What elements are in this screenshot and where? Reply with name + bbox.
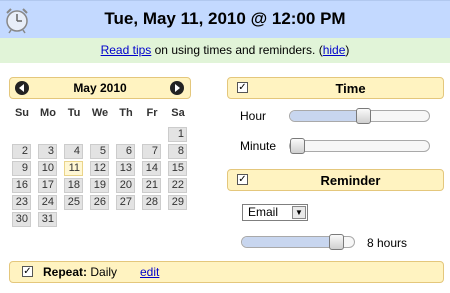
calendar-day[interactable]: 26 bbox=[90, 195, 109, 210]
hour-slider[interactable] bbox=[289, 108, 430, 124]
chevron-down-icon[interactable]: ▼ bbox=[292, 206, 306, 219]
reminder-checkbox[interactable]: ✓ bbox=[237, 174, 248, 185]
time-checkbox[interactable]: ✓ bbox=[237, 82, 248, 93]
reminder-amount-thumb[interactable] bbox=[329, 234, 344, 250]
weekday-label: Th bbox=[119, 107, 133, 119]
repeat-label: Repeat: bbox=[43, 265, 88, 279]
chevron-right-icon bbox=[175, 84, 180, 92]
weekday-label: Sa bbox=[171, 107, 185, 119]
repeat-text: Repeat: Daily bbox=[43, 265, 117, 279]
reminder-method-value: Email bbox=[248, 205, 279, 219]
calendar-day[interactable]: 18 bbox=[64, 178, 83, 193]
weekday-label: We bbox=[91, 107, 109, 119]
calendar-day[interactable]: 21 bbox=[142, 178, 161, 193]
calendar-day[interactable]: 25 bbox=[64, 195, 83, 210]
page-title: Tue, May 11, 2010 @ 12:00 PM bbox=[104, 9, 346, 28]
reminder-amount-label: 8 hours bbox=[367, 236, 408, 250]
month-label: May 2010 bbox=[73, 81, 127, 95]
minute-slider-thumb[interactable] bbox=[290, 138, 305, 154]
reminder-panel-header: ✓ Reminder bbox=[227, 169, 444, 191]
calendar-day[interactable]: 5 bbox=[90, 144, 109, 159]
tips-bar: Read tips on using times and reminders. … bbox=[0, 38, 450, 63]
calendar-day[interactable]: 10 bbox=[38, 161, 57, 176]
time-panel-title: Time bbox=[335, 81, 366, 96]
hour-slider-fill bbox=[290, 111, 364, 121]
calendar-day[interactable]: 8 bbox=[168, 144, 187, 159]
calendar-day[interactable]: 7 bbox=[142, 144, 161, 159]
reminder-amount-fill bbox=[242, 237, 337, 247]
calendar-day[interactable]: 9 bbox=[12, 161, 31, 176]
hour-slider-thumb[interactable] bbox=[356, 108, 371, 124]
calendar-day[interactable]: 15 bbox=[168, 161, 187, 176]
calendar-day[interactable]: 3 bbox=[38, 144, 57, 159]
calendar-day[interactable]: 29 bbox=[168, 195, 187, 210]
hide-tips-link[interactable]: hide bbox=[323, 43, 346, 57]
calendar-day[interactable]: 6 bbox=[116, 144, 135, 159]
calendar-header: May 2010 bbox=[9, 77, 191, 99]
reminder-amount-slider[interactable] bbox=[241, 234, 355, 250]
calendar-day[interactable]: 2 bbox=[12, 144, 31, 159]
reminder-panel-title: Reminder bbox=[320, 173, 381, 188]
calendar-day[interactable]: 11 bbox=[64, 161, 83, 176]
time-panel-header: ✓ Time bbox=[227, 77, 444, 99]
calendar-day[interactable]: 22 bbox=[168, 178, 187, 193]
weekday-label: Fr bbox=[146, 107, 158, 119]
weekday-label: Tu bbox=[67, 107, 81, 119]
weekday-label: Su bbox=[14, 107, 30, 119]
calendar-day[interactable]: 30 bbox=[12, 212, 31, 227]
calendar-day[interactable]: 24 bbox=[38, 195, 57, 210]
calendar-day[interactable]: 13 bbox=[116, 161, 135, 176]
tips-close-paren: ) bbox=[345, 43, 350, 57]
minute-label: Minute bbox=[240, 139, 277, 153]
repeat-edit-link[interactable]: edit bbox=[140, 265, 159, 279]
calendar-day[interactable]: 4 bbox=[64, 144, 83, 159]
calendar-day[interactable]: 17 bbox=[38, 178, 57, 193]
calendar-day[interactable]: 1 bbox=[168, 127, 187, 142]
calendar-day[interactable]: 19 bbox=[90, 178, 109, 193]
repeat-bar: ✓ Repeat: Daily edit bbox=[9, 261, 444, 283]
tips-text: on using times and reminders. ( bbox=[151, 43, 323, 57]
calendar-day[interactable]: 14 bbox=[142, 161, 161, 176]
repeat-value: Daily bbox=[87, 265, 118, 279]
calendar-day[interactable]: 28 bbox=[142, 195, 161, 210]
weekday-label: Mo bbox=[40, 107, 56, 119]
calendar-day[interactable]: 20 bbox=[116, 178, 135, 193]
calendar-day[interactable]: 12 bbox=[90, 161, 109, 176]
calendar-day[interactable]: 31 bbox=[38, 212, 57, 227]
repeat-checkbox[interactable]: ✓ bbox=[22, 266, 33, 277]
calendar-day[interactable]: 16 bbox=[12, 178, 31, 193]
header: Tue, May 11, 2010 @ 12:00 PM bbox=[0, 0, 450, 38]
hour-label: Hour bbox=[240, 109, 267, 123]
minute-slider[interactable] bbox=[289, 138, 430, 154]
calendar-day[interactable]: 23 bbox=[12, 195, 31, 210]
read-tips-link[interactable]: Read tips bbox=[101, 43, 152, 57]
reminder-method-select[interactable]: Email ▼ bbox=[242, 204, 308, 221]
calendar-day[interactable]: 27 bbox=[116, 195, 135, 210]
next-month-button[interactable] bbox=[170, 81, 184, 95]
